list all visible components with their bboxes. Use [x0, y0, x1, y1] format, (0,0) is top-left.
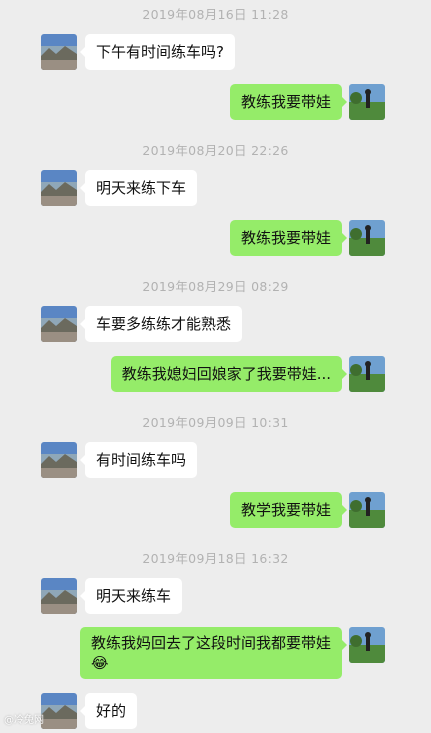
- message-timestamp: 2019年09月09日 10:31: [142, 415, 289, 430]
- outgoing-message: 教学我要带娃: [0, 492, 431, 532]
- incoming-message: 车要多练练才能熟悉: [0, 306, 431, 346]
- incoming-bubble[interactable]: 车要多练练才能熟悉: [79, 306, 243, 342]
- my-avatar[interactable]: [349, 627, 385, 663]
- incoming-bubble[interactable]: 明天来练车: [79, 578, 183, 614]
- contact-avatar[interactable]: [41, 306, 77, 342]
- contact-avatar[interactable]: [41, 578, 77, 614]
- incoming-message: 有时间练车吗: [0, 442, 431, 482]
- incoming-message: 明天来练车: [0, 578, 431, 618]
- message-timestamp: 2019年08月16日 11:28: [142, 7, 289, 22]
- incoming-message: 下午有时间练车吗?: [0, 34, 431, 74]
- incoming-bubble[interactable]: 有时间练车吗: [79, 442, 198, 478]
- outgoing-message: 教练我要带娃: [0, 220, 431, 260]
- incoming-bubble[interactable]: 好的: [79, 693, 138, 729]
- incoming-bubble[interactable]: 明天来练下车: [79, 170, 198, 206]
- outgoing-bubble[interactable]: 教练我媳妇回娘家了我要带娃...: [110, 356, 348, 392]
- my-avatar[interactable]: [349, 492, 385, 528]
- chat-scroll-area[interactable]: 2019年08月16日 11:28 下午有时间练车吗? 教练我要带娃 2019年…: [0, 0, 431, 732]
- my-avatar[interactable]: [349, 220, 385, 256]
- watermark: @冷兔网: [4, 715, 44, 726]
- incoming-message: 好的: [0, 693, 431, 733]
- contact-avatar[interactable]: [41, 170, 77, 206]
- contact-avatar[interactable]: [41, 34, 77, 70]
- contact-avatar[interactable]: [41, 442, 77, 478]
- contact-avatar[interactable]: [41, 693, 77, 729]
- incoming-message: 明天来练下车: [0, 170, 431, 210]
- message-timestamp: 2019年08月29日 08:29: [142, 279, 289, 294]
- outgoing-bubble[interactable]: 教练我要带娃: [229, 220, 348, 256]
- outgoing-message: 教练我妈回去了这段时间我都要带娃 😂: [0, 627, 431, 683]
- outgoing-bubble[interactable]: 教练我要带娃: [229, 84, 348, 120]
- incoming-bubble[interactable]: 下午有时间练车吗?: [80, 34, 235, 70]
- message-timestamp: 2019年08月20日 22:26: [142, 143, 289, 158]
- bubble-text: 教练我妈回去了这段时间我都要带娃: [90, 634, 331, 652]
- my-avatar[interactable]: [349, 84, 385, 120]
- outgoing-message: 教练我要带娃: [0, 84, 431, 124]
- outgoing-bubble[interactable]: 教学我要带娃: [229, 492, 348, 528]
- message-timestamp: 2019年09月18日 16:32: [142, 551, 289, 566]
- outgoing-bubble[interactable]: 教练我妈回去了这段时间我都要带娃 😂: [79, 627, 348, 679]
- my-avatar[interactable]: [349, 356, 385, 392]
- outgoing-message: 教练我媳妇回娘家了我要带娃...: [0, 356, 431, 396]
- laugh-cry-emoji: 😂: [90, 654, 109, 672]
